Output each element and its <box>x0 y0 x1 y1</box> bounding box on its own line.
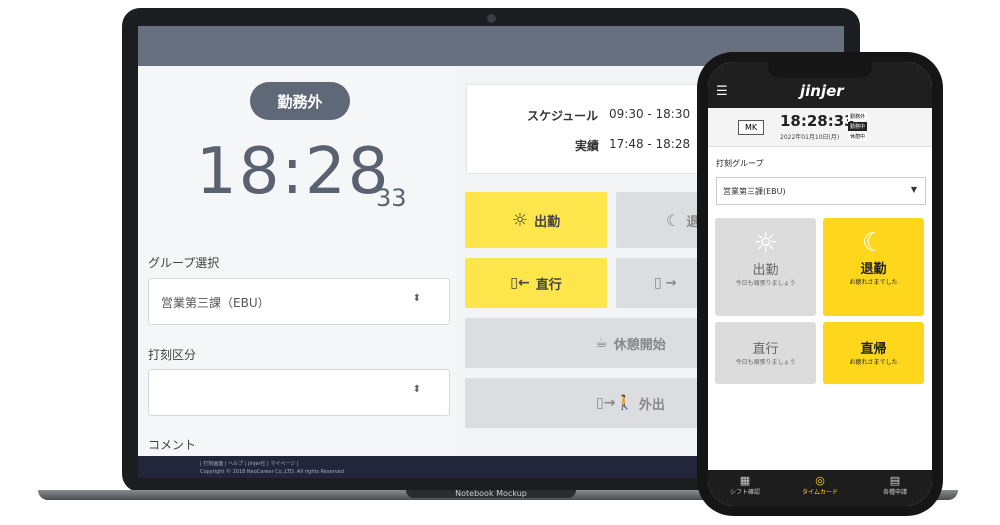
tile-sub: 今日も頑張りましょう <box>735 359 796 366</box>
building-icon: ▯ <box>654 275 662 291</box>
phone-direct-return-tile[interactable]: 直帰 お疲れさまでした <box>823 322 924 384</box>
group-select-value: 営業第三課（EBU） <box>161 296 270 310</box>
sun-icon: ☼ <box>752 226 779 259</box>
phone-clock-out-tile[interactable]: ☾ 退勤 お疲れさまでした <box>823 218 924 316</box>
tile-sub: お疲れさまでした <box>849 359 898 366</box>
direct-return-label: → <box>665 275 677 291</box>
clock-hm: 18:28 <box>196 135 391 209</box>
state-tag: 休憩中 <box>848 132 868 141</box>
group-label: グループ選択 <box>148 256 220 270</box>
direct-go-label: 直行 <box>535 277 562 293</box>
time-bar: MK 18:28:33 2022年01月10日(月) 勤務外 勤務中 休憩中 <box>708 108 932 147</box>
schedule-label: スケジュール <box>527 109 599 123</box>
phone-direct-go-tile[interactable]: 直行 今日も頑張りましょう <box>715 322 816 384</box>
moon-icon: ☾ <box>861 228 886 258</box>
state-tag: 勤務外 <box>848 112 868 121</box>
footer-links[interactable]: | 打刻画面 | ヘルプ | jinjer社 | マイページ | <box>200 460 299 467</box>
group-select[interactable]: 営業第三課（EBU） ⬍ <box>148 278 450 325</box>
phone-group-value: 営業第三課(EBU) <box>723 187 786 196</box>
go-out-label: 外出 <box>638 397 665 413</box>
footer-copyright: Copyright © 2018 NeoCareer Co.,LTD. All … <box>200 469 344 475</box>
punch-select[interactable]: ⬍ <box>148 369 450 416</box>
break-start-label: 休憩開始 <box>613 337 666 353</box>
direct-go-button[interactable]: ▯← 直行 <box>465 258 607 308</box>
camera <box>487 14 496 23</box>
clock-icon: ◎ <box>815 474 825 487</box>
tile-sub: 今日も頑張りましょう <box>735 280 796 287</box>
tile-sub: お疲れさまでした <box>849 279 898 286</box>
nav-label: シフト確認 <box>729 489 760 496</box>
document-icon: ▤ <box>889 474 901 487</box>
sun-icon: ☼ <box>511 209 529 231</box>
mockup-label: Notebook Mockup <box>406 490 576 498</box>
status-badge: 勤務外 <box>250 82 350 120</box>
schedule-value: 09:30 - 18:30 <box>609 107 691 121</box>
building-arrow-icon: ▯← <box>510 275 530 291</box>
user-initials: MK <box>738 120 765 135</box>
logo: jinjer <box>800 82 844 100</box>
tile-title: 直帰 <box>860 342 887 357</box>
phone-time: 18:28:33 <box>780 112 855 130</box>
select-arrows-icon: ⬍ <box>412 293 421 304</box>
nav-label: タイムカード <box>802 489 838 496</box>
actual-value: 17:48 - 18:28 <box>609 137 691 151</box>
tile-title: 退勤 <box>860 262 887 277</box>
comment-label: コメント <box>148 438 197 452</box>
state-tag-active: 勤務中 <box>848 122 868 131</box>
phone-date: 2022年01月10日(月) <box>780 134 840 141</box>
walk-out-icon: ▯→🚶 <box>596 395 633 411</box>
nav-timecard[interactable]: ◎ タイムカード <box>783 470 857 506</box>
phone-group-select[interactable]: 営業第三課(EBU) ▼ <box>716 177 926 205</box>
phone-screen: ☰ jinjer MK 18:28:33 2022年01月10日(月) 勤務外 … <box>708 62 932 506</box>
calendar-icon: ▦ <box>739 474 751 487</box>
tile-title: 直行 <box>752 342 779 357</box>
dropdown-icon: ▼ <box>910 185 917 194</box>
nav-requests[interactable]: ▤ 各種申請 <box>858 470 932 506</box>
punch-label: 打刻区分 <box>148 348 197 362</box>
cup-icon: ☕ <box>595 335 608 351</box>
actual-label: 実績 <box>575 139 600 153</box>
select-arrows-icon: ⬍ <box>412 384 421 395</box>
clock-in-button[interactable]: ☼ 出勤 <box>465 192 607 248</box>
phone-group-label: 打刻グループ <box>716 159 764 168</box>
menu-icon[interactable]: ☰ <box>716 84 728 99</box>
clock-seconds: 33 <box>376 184 407 212</box>
phone-notch <box>768 62 872 78</box>
clock-in-label: 出勤 <box>534 214 561 230</box>
nav-label: 各種申請 <box>882 489 907 496</box>
phone-clock-in-tile[interactable]: ☼ 出勤 今日も頑張りましょう <box>715 218 816 316</box>
moon-icon: ☾ <box>666 210 681 230</box>
bottom-nav: ▦ シフト確認 ◎ タイムカード ▤ 各種申請 <box>708 470 932 506</box>
tile-title: 出勤 <box>752 263 779 278</box>
nav-shift[interactable]: ▦ シフト確認 <box>708 470 782 506</box>
